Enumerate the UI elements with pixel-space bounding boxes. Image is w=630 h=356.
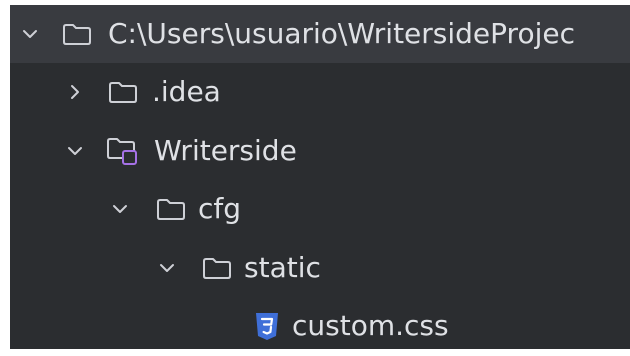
tree-item-static[interactable]: static [10,239,630,297]
chevron-down-icon[interactable] [110,199,130,219]
tree-item-cfg[interactable]: cfg [10,180,630,238]
tree-item-label: C:\Users\usuario\WritersideProjec [108,17,575,50]
css-file-icon [250,309,284,343]
tree-item-label: Writerside [154,134,297,167]
tree-item-idea[interactable]: .idea [10,63,630,121]
tree-item-label: static [244,251,321,284]
chevron-right-icon[interactable] [65,82,85,102]
folder-icon [154,192,188,226]
folder-icon [60,17,94,51]
folder-icon [106,75,140,109]
chevron-down-icon[interactable] [65,141,85,161]
tree-item-writerside[interactable]: Writerside [10,122,630,180]
writerside-module-folder-icon [106,134,140,168]
tree-item-custom-css[interactable]: custom.css [10,297,630,349]
tree-item-label: custom.css [292,309,449,342]
tree-item-label: .idea [152,75,221,108]
chevron-down-icon[interactable] [157,258,177,278]
project-tree-panel: C:\Users\usuario\WritersideProjec .idea … [10,5,630,349]
tree-item-root[interactable]: C:\Users\usuario\WritersideProjec [10,5,630,63]
chevron-down-icon[interactable] [20,24,40,44]
tree-item-label: cfg [198,192,242,225]
folder-icon [200,251,234,285]
